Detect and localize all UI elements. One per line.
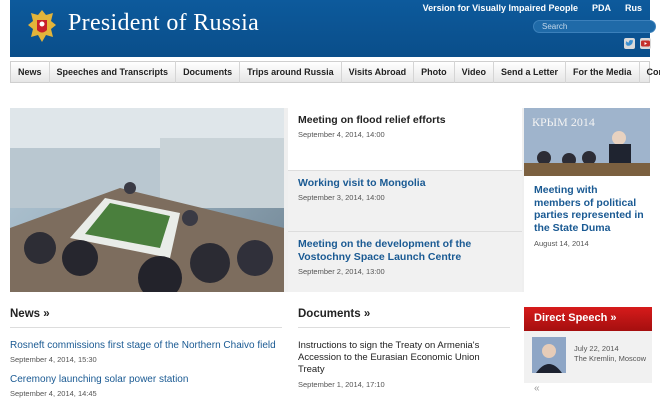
direct-speech-thumbnail[interactable] bbox=[532, 337, 566, 373]
news-divider bbox=[10, 327, 282, 328]
side-feature: КРЫМ 2014 Meeting with members of politi… bbox=[524, 108, 650, 292]
direct-speech-place: The Kremlin, Moscow bbox=[574, 354, 647, 363]
headline-title[interactable]: Meeting on flood relief efforts bbox=[298, 114, 512, 127]
carousel-prev-icon[interactable]: « bbox=[534, 383, 540, 394]
twitter-icon[interactable] bbox=[624, 38, 635, 49]
side-photo-caption: КРЫМ 2014 bbox=[532, 115, 595, 129]
news-item-title[interactable]: Ceremony launching solar power station bbox=[10, 374, 188, 385]
headline-list: Meeting on flood relief efforts Septembe… bbox=[288, 108, 522, 292]
rus-link[interactable]: Rus bbox=[625, 3, 642, 13]
youtube-icon[interactable] bbox=[640, 38, 651, 49]
documents-divider bbox=[298, 327, 510, 328]
document-item-title[interactable]: Instructions to sign the Treaty on Armen… bbox=[298, 340, 498, 376]
nav-item-send-letter[interactable]: Send a Letter bbox=[494, 61, 566, 83]
nav-item-photo[interactable]: Photo bbox=[414, 61, 455, 83]
search-input[interactable]: Search bbox=[533, 20, 656, 33]
direct-speech-date: July 22, 2014 bbox=[574, 344, 619, 353]
side-feature-date: August 14, 2014 bbox=[534, 239, 589, 248]
feature-area: Meeting on flood relief efforts Septembe… bbox=[10, 108, 650, 292]
nav-item-for-media[interactable]: For the Media bbox=[566, 61, 640, 83]
visually-impaired-link[interactable]: Version for Visually Impaired People bbox=[423, 3, 578, 13]
direct-speech-heading[interactable]: Direct Speech » bbox=[524, 307, 652, 331]
nav-item-visits-abroad[interactable]: Visits Abroad bbox=[342, 61, 415, 83]
feature-photo[interactable] bbox=[10, 108, 284, 292]
nav-item-trips[interactable]: Trips around Russia bbox=[240, 61, 342, 83]
headline-item[interactable]: Meeting on the development of the Vostoc… bbox=[288, 231, 522, 292]
news-item-title[interactable]: Rosneft commissions first stage of the N… bbox=[10, 340, 276, 351]
side-feature-title[interactable]: Meeting with members of political partie… bbox=[534, 184, 644, 234]
main-nav: News Speeches and Transcripts Documents … bbox=[10, 61, 660, 83]
headline-title[interactable]: Meeting on the development of the Vostoc… bbox=[298, 238, 512, 264]
coat-of-arms-icon[interactable] bbox=[26, 8, 58, 44]
top-links: Version for Visually Impaired People PDA… bbox=[423, 3, 642, 13]
headline-date: September 3, 2014, 14:00 bbox=[298, 193, 385, 202]
headline-date: September 4, 2014, 14:00 bbox=[298, 130, 385, 139]
documents-heading[interactable]: Documents » bbox=[298, 308, 370, 320]
direct-speech-card[interactable]: July 22, 2014 The Kremlin, Moscow bbox=[524, 331, 652, 383]
headline-item[interactable]: Working visit to Mongolia September 3, 2… bbox=[288, 170, 522, 231]
search-placeholder: Search bbox=[542, 22, 568, 31]
headline-item[interactable]: Meeting on flood relief efforts Septembe… bbox=[288, 108, 522, 170]
side-feature-photo[interactable]: КРЫМ 2014 bbox=[524, 108, 650, 176]
news-item-date: September 4, 2014, 14:45 bbox=[10, 389, 97, 398]
nav-item-video[interactable]: Video bbox=[455, 61, 494, 83]
headline-title[interactable]: Working visit to Mongolia bbox=[298, 177, 512, 190]
news-item-date: September 4, 2014, 15:30 bbox=[10, 355, 97, 364]
nav-item-news[interactable]: News bbox=[11, 61, 50, 83]
headline-date: September 2, 2014, 13:00 bbox=[298, 267, 385, 276]
nav-item-speeches[interactable]: Speeches and Transcripts bbox=[50, 61, 177, 83]
site-title[interactable]: President of Russia bbox=[68, 10, 259, 37]
nav-item-documents[interactable]: Documents bbox=[176, 61, 241, 83]
site-header: President of Russia Version for Visually… bbox=[10, 0, 656, 57]
pda-link[interactable]: PDA bbox=[592, 3, 611, 13]
document-item-date: September 1, 2014, 17:10 bbox=[298, 380, 385, 389]
news-heading[interactable]: News » bbox=[10, 308, 50, 320]
nav-item-contacts[interactable]: Contacts bbox=[640, 61, 660, 83]
